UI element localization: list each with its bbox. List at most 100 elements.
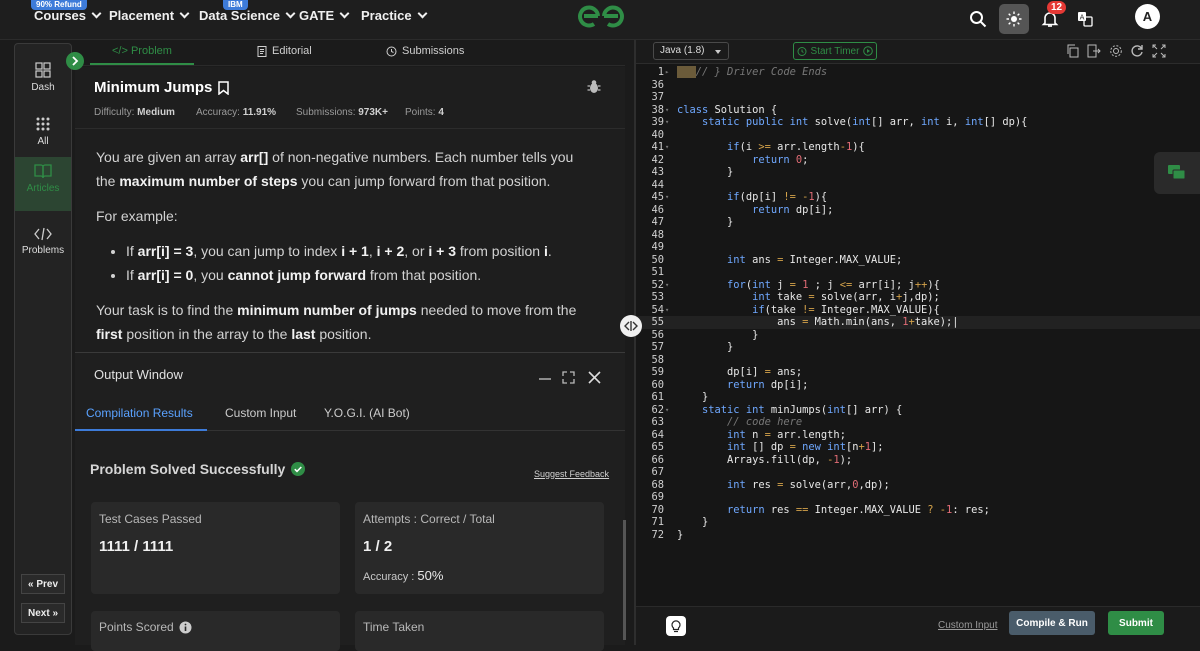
editor-footer: Custom Input Compile & Run Submit (636, 606, 1200, 645)
timer-icon (797, 47, 807, 56)
tab-yogi-ai-bot[interactable]: Y.O.G.I. (AI Bot) (324, 406, 410, 420)
status-text: Problem Solved Successfully (90, 461, 286, 477)
chat-icon[interactable] (1154, 152, 1200, 194)
tab-problem[interactable]: </> Problem (90, 45, 194, 65)
tab-editorial[interactable]: Editorial (257, 45, 312, 57)
test-cases-card: Test Cases Passed 1111 / 1111 (91, 502, 340, 594)
maximize-icon[interactable] (562, 371, 575, 384)
tab-submissions-label: Submissions (402, 45, 465, 57)
sidebar-item-label: Dash (31, 82, 55, 93)
reset-icon[interactable] (1130, 44, 1144, 58)
compile-run-button[interactable]: Compile & Run (1009, 611, 1095, 635)
nav-courses[interactable]: 90% Refund Courses (31, 0, 102, 23)
status-message: Problem Solved Successfully (90, 461, 306, 477)
gfg-logo[interactable] (576, 2, 626, 35)
chevron-down-icon (715, 50, 721, 54)
sidebar-item-dash[interactable]: Dash (15, 62, 71, 106)
start-timer-label: Start Timer (810, 45, 860, 57)
settings-gear-icon[interactable] (1109, 44, 1123, 58)
nav-practice[interactable]: Practice (361, 8, 428, 23)
start-timer-button[interactable]: Start Timer (793, 42, 877, 60)
info-icon[interactable] (179, 621, 192, 634)
chevron-down-icon (91, 8, 102, 19)
tab-compilation-results[interactable]: Compilation Results (75, 406, 207, 431)
example-label: For example: (96, 208, 178, 224)
expand-sidebar-chevron-icon[interactable] (66, 52, 84, 70)
bookmark-icon[interactable] (218, 80, 230, 95)
dashboard-icon (35, 62, 51, 78)
copy-icon[interactable] (1066, 44, 1080, 58)
submissions-label: Submissions: (296, 107, 356, 118)
ibm-badge: IBM (223, 0, 248, 10)
nav-practice-label: Practice (361, 8, 412, 23)
submit-button[interactable]: Submit (1108, 611, 1164, 635)
difficulty: Difficulty: Medium (94, 107, 175, 118)
code-icon (34, 227, 52, 241)
accuracy-row: Accuracy : 50% (363, 568, 444, 583)
check-circle-icon (291, 462, 306, 476)
card-label: Points Scored (99, 620, 192, 634)
tab-problem-label: </> Problem (112, 45, 172, 57)
accuracy: Accuracy: 11.91% (196, 107, 276, 118)
custom-input-link[interactable]: Custom Input (938, 620, 997, 631)
nav-data-science[interactable]: IBM Data Science (199, 0, 296, 23)
points-label: Points: (405, 107, 436, 118)
close-icon[interactable] (588, 371, 601, 384)
grid-icon (36, 117, 50, 131)
clock-icon (386, 46, 397, 56)
sidebar-item-label: All (37, 136, 49, 147)
points-scored-card: Points Scored (91, 611, 340, 651)
nav-gate-label: GATE (299, 8, 335, 23)
example-list: If arr[i] = 3, you can jump to index i +… (96, 239, 616, 287)
submissions: Submissions: 973K+ (296, 107, 388, 118)
export-icon[interactable] (1087, 44, 1101, 58)
editor-toolbar: Java (1.8) Start Timer (636, 40, 1200, 64)
chevron-down-icon (339, 8, 350, 19)
sidebar-item-problems[interactable]: Problems (15, 227, 71, 267)
problem-title-row: Minimum Jumps (94, 79, 230, 96)
card-label: Test Cases Passed (99, 512, 202, 526)
bug-report-icon[interactable] (587, 79, 601, 94)
suggest-feedback-link[interactable]: Suggest Feedback (534, 469, 609, 479)
accuracy-value: 11.91% (242, 107, 277, 118)
output-scrollbar[interactable] (623, 520, 626, 640)
card-label: Time Taken (363, 620, 425, 634)
user-avatar[interactable]: A (1135, 4, 1160, 29)
chevron-down-icon (285, 8, 296, 19)
problem-tabs: </> Problem Editorial Submissions (75, 40, 625, 66)
sidebar-item-all[interactable]: All (15, 116, 71, 156)
top-navbar: 90% Refund Courses Placement IBM Data Sc… (0, 0, 1200, 40)
sidebar-item-label: Problems (21, 245, 65, 256)
tab-custom-input[interactable]: Custom Input (225, 406, 296, 420)
sidebar-item-label: Articles (26, 183, 60, 194)
theme-toggle-sun-icon[interactable] (999, 4, 1029, 34)
prev-button[interactable]: « Prev (21, 574, 65, 594)
problem-paragraph-3: Your task is to find the minimum number … (96, 302, 577, 342)
code-area[interactable]: 1 ▸ // } Driver Code Ends 36 37 38 ▾ class … (636, 66, 1200, 606)
search-icon[interactable] (963, 4, 993, 34)
nav-gate[interactable]: GATE (299, 8, 350, 23)
document-icon (257, 45, 267, 57)
lightbulb-hint-icon[interactable] (666, 616, 686, 636)
minimize-icon[interactable] (538, 377, 552, 381)
nav-placement[interactable]: Placement (109, 8, 190, 23)
output-window-title: Output Window (94, 367, 183, 382)
refund-badge: 90% Refund (31, 0, 87, 10)
language-value: Java (1.8) (660, 45, 705, 56)
fullscreen-icon[interactable] (1152, 44, 1166, 58)
points-value: 4 (438, 107, 444, 118)
left-sidebar: Dash All Articles Problems « Prev Next » (14, 43, 72, 635)
card-value: 1111 / 1111 (99, 538, 174, 555)
translate-icon[interactable]: A (1070, 4, 1100, 34)
chevron-down-icon (179, 8, 190, 19)
problem-paragraph-1: You are given an array arr[] of non-nega… (96, 149, 574, 189)
next-button[interactable]: Next » (21, 603, 65, 623)
output-tabs: Compilation Results Custom Input Y.O.G.I… (75, 397, 625, 431)
points: Points: 4 (405, 107, 444, 118)
language-select[interactable]: Java (1.8) (653, 42, 729, 60)
resize-handle-icon[interactable] (620, 315, 642, 337)
tab-submissions[interactable]: Submissions (386, 45, 464, 57)
time-taken-card: Time Taken (355, 611, 604, 651)
sidebar-item-articles[interactable]: Articles (15, 157, 71, 211)
submissions-value: 973K+ (358, 107, 388, 118)
